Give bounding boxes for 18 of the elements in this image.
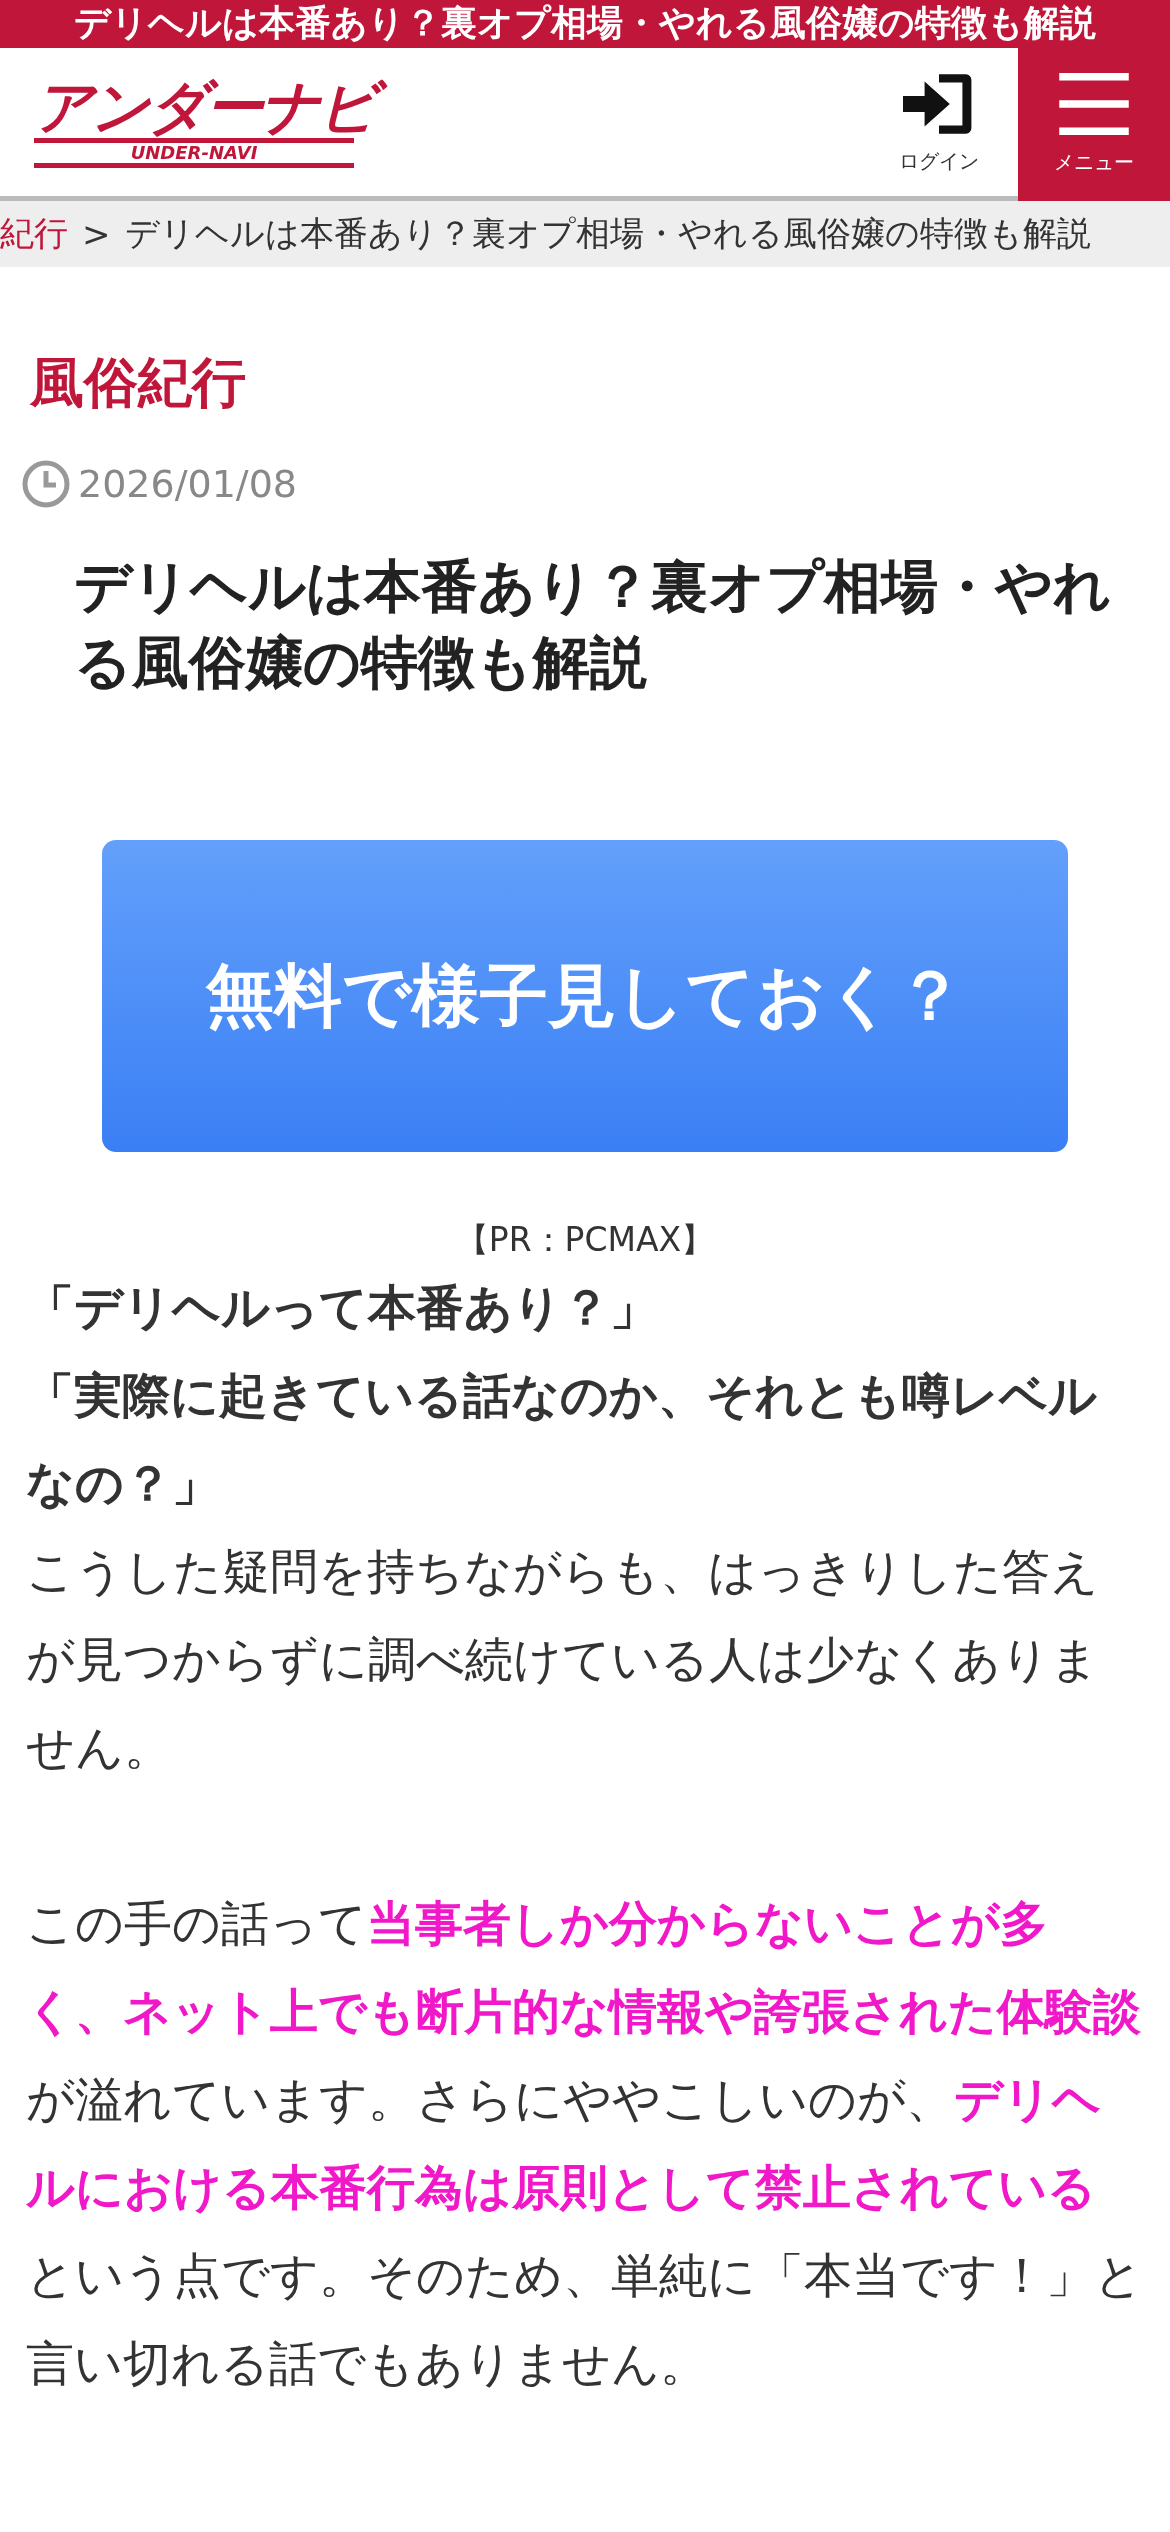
quote-text: 「デリヘルって本番あり？」 <box>26 1278 659 1337</box>
paragraph: この手の話って当事者しか分からないことが多く、ネット上でも断片的な情報や誇張された体験談が溢れています。さらにややこしいのが、デリヘルにおける本番行為は原則として禁止されているという点です。そのため、単純に「本当です！」と言い切れる話でもありません。 <box>26 1894 1144 2393</box>
clock-icon <box>22 460 70 508</box>
cta-button[interactable]: 無料で様子見しておく？ <box>102 840 1068 1152</box>
paragraph: こうした疑問を持ちながらも、はっきりした答えが見つからずに調べ続けている人は少なくありません。 <box>26 1542 1100 1777</box>
breadcrumb-link[interactable]: 紀行 <box>0 211 68 257</box>
post-date: 2026/01/08 <box>78 462 298 506</box>
menu-button[interactable]: メニュー <box>1018 48 1170 201</box>
top-banner: デリヘルは本番あり？裏オプ相場・やれる風俗嬢の特徴も解説 <box>0 0 1170 48</box>
menu-icon <box>1059 73 1129 135</box>
pr-note: 【PR：PCMAX】 <box>454 1219 716 1261</box>
category-heading[interactable]: 風俗紀行 <box>26 347 1144 420</box>
current-page-title: デリヘルは本番あり？裏オプ相場・やれる風俗嬢の特徴も解説 <box>124 212 1091 255</box>
breadcrumb-separator: > <box>82 214 111 254</box>
quote-text: 「実際に起きている話なのか、それとも噂レベルなの？」 <box>26 1366 1098 1513</box>
article-title: デリヘルは本番あり？裏オプ相場・やれる風俗嬢の特徴も解説 <box>74 552 1112 697</box>
login-button[interactable]: ログイン <box>860 48 1018 196</box>
site-logo[interactable]: アンダーナビ UNDER-NAVI <box>0 48 860 196</box>
